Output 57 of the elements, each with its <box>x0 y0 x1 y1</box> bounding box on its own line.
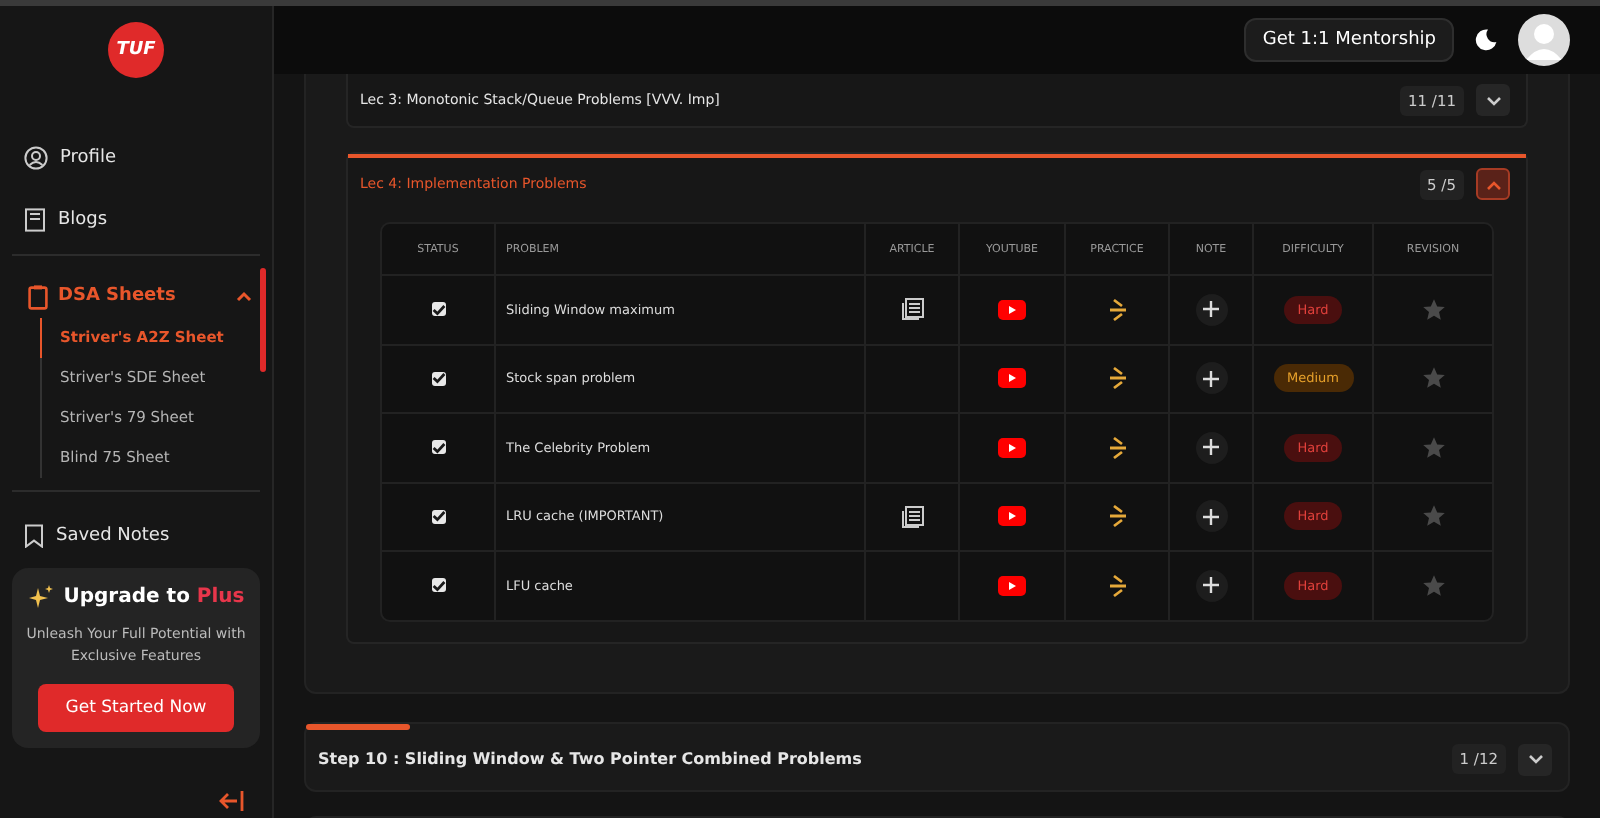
status-checkbox[interactable] <box>431 440 445 455</box>
plus-icon <box>1202 300 1220 319</box>
sheets-toggle[interactable]: DSA Sheets <box>20 280 260 312</box>
article-icon[interactable] <box>901 298 923 321</box>
status-checkbox[interactable] <box>431 302 445 317</box>
article-icon[interactable] <box>901 505 923 528</box>
sparkle-icon <box>27 584 54 610</box>
practice-icon[interactable] <box>1107 297 1127 322</box>
bookmark-icon <box>24 523 44 547</box>
logo[interactable]: TUF <box>108 22 164 78</box>
youtube-icon[interactable] <box>998 299 1026 320</box>
youtube-icon[interactable] <box>998 437 1026 458</box>
upgrade-title: Upgrade to Plus <box>63 586 245 608</box>
nav-link[interactable]: Saved Notes <box>12 504 260 566</box>
status-checkbox[interactable] <box>431 509 445 524</box>
plus-icon <box>1202 507 1220 526</box>
mentorship-button[interactable]: Get 1:1 Mentorship <box>1244 18 1454 62</box>
expand-toggle[interactable] <box>1476 168 1510 200</box>
chevron-icon <box>1485 179 1501 189</box>
add-note-button[interactable] <box>1195 293 1227 326</box>
star-icon[interactable] <box>1421 297 1445 322</box>
add-note-button[interactable] <box>1195 569 1227 602</box>
practice-icon[interactable] <box>1107 573 1127 598</box>
step-title[interactable]: Step 10 : Sliding Window & Two Pointer Combined Problems <box>318 750 1440 768</box>
youtube-icon[interactable] <box>998 575 1026 596</box>
user-icon <box>24 145 48 169</box>
star-icon[interactable] <box>1421 573 1445 598</box>
add-note-button[interactable] <box>1195 362 1227 395</box>
plus-icon <box>1202 576 1220 595</box>
plus-icon <box>1202 369 1220 388</box>
avatar[interactable] <box>1518 14 1570 66</box>
plus-icon <box>1202 438 1220 457</box>
practice-icon[interactable] <box>1107 504 1127 529</box>
practice-icon[interactable] <box>1107 435 1127 460</box>
moon-icon[interactable] <box>1474 28 1498 52</box>
add-note-button[interactable] <box>1195 500 1227 533</box>
get-started-button[interactable]: Get Started Now <box>38 684 234 732</box>
chevron-icon <box>1485 95 1501 105</box>
status-checkbox[interactable] <box>431 371 445 386</box>
youtube-icon[interactable] <box>998 368 1026 389</box>
clipboard-icon <box>28 283 48 309</box>
star-icon[interactable] <box>1421 435 1445 460</box>
nav-link[interactable]: Blogs <box>12 188 260 250</box>
document-icon <box>24 207 46 231</box>
scrollbar-thumb[interactable] <box>260 268 266 372</box>
star-icon[interactable] <box>1421 366 1445 391</box>
star-icon[interactable] <box>1421 504 1445 529</box>
practice-icon[interactable] <box>1107 366 1127 391</box>
chevron-icon <box>236 290 252 302</box>
status-checkbox[interactable] <box>431 578 445 593</box>
expand-toggle[interactable] <box>1518 743 1552 775</box>
expand-toggle[interactable] <box>1476 84 1510 116</box>
youtube-icon[interactable] <box>998 506 1026 527</box>
add-note-button[interactable] <box>1195 431 1227 464</box>
collapse-sidebar-icon[interactable] <box>218 790 244 812</box>
chevron-icon <box>1527 754 1543 764</box>
nav-link[interactable]: Profile <box>12 126 260 188</box>
